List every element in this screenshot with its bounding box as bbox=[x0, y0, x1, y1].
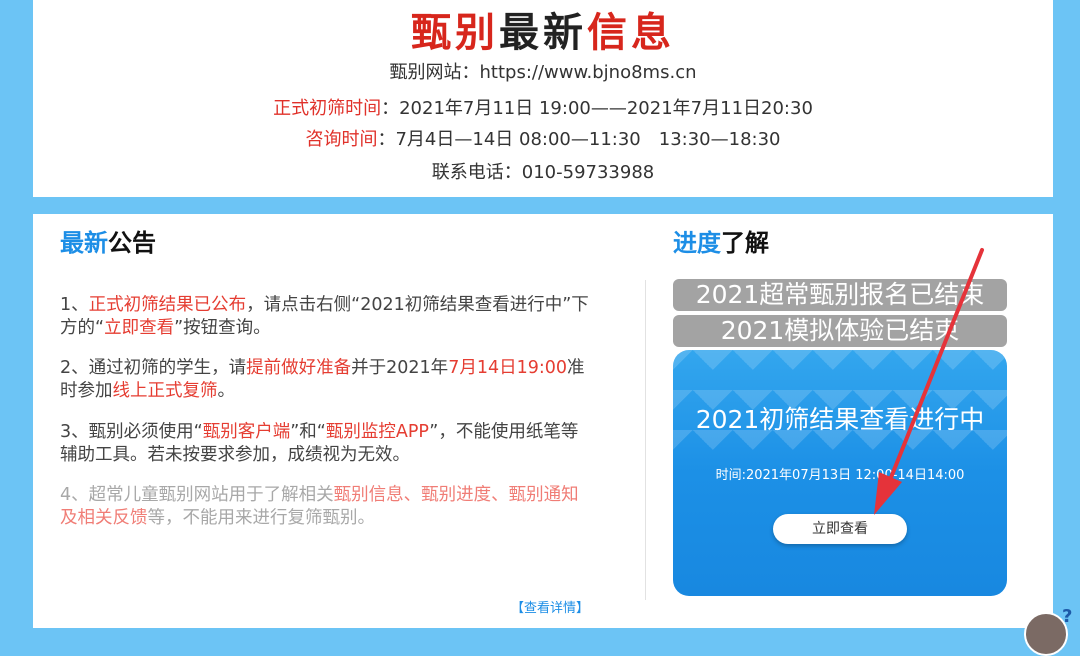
notice-highlight: 甄别监控APP bbox=[325, 422, 430, 442]
screening-time-value: ：2021年7月11日 19:00——2021年7月11日20:30 bbox=[381, 98, 813, 119]
result-status-card: 2021初筛结果查看进行中 时间:2021年07月13日 12:00-14日14… bbox=[673, 350, 1007, 596]
notice-highlight: 提前做好准备 bbox=[246, 358, 352, 378]
status-bar-registration-ended[interactable]: 2021超常甄别报名已结束 bbox=[673, 279, 1007, 311]
phone-line: 联系电话：010-59733988 bbox=[431, 162, 655, 183]
page-title: 甄别最新信息 bbox=[33, 8, 1053, 58]
announcements-heading-dark: 公告 bbox=[108, 229, 156, 257]
notice-text: ”按钮查询。 bbox=[174, 318, 271, 338]
title-part-2: 最新 bbox=[499, 10, 587, 56]
notice-item-3: 3、甄别必须使用“甄别客户端”和“甄别监控APP”，不能使用纸笔等辅助工具。若未… bbox=[60, 421, 595, 467]
notice-text: 等，不能用来进行复筛甄别。 bbox=[147, 508, 376, 528]
notice-highlight: 正式初筛结果已公布 bbox=[88, 295, 247, 315]
column-divider bbox=[645, 280, 646, 600]
notice-highlight: 甄别客户端 bbox=[202, 422, 291, 442]
notice-item-1: 1、正式初筛结果已公布，请点击右侧“2021初筛结果查看进行中”下方的“立即查看… bbox=[60, 294, 595, 340]
website-url[interactable]: https://www.bjno8ms.cn bbox=[480, 62, 697, 83]
card-title: 2021初筛结果查看进行中 bbox=[695, 405, 985, 434]
notice-text: 。 bbox=[217, 381, 236, 401]
consult-time-value: ：7月4日—14日 08:00—11:30 13:30—18:30 bbox=[377, 129, 781, 150]
notice-text: ”和“ bbox=[290, 422, 326, 442]
notice-item-2: 2、通过初筛的学生，请提前做好准备并于2021年7月14日19:00准时参加线上… bbox=[60, 357, 595, 403]
progress-heading-blue: 进度 bbox=[673, 229, 721, 257]
progress-heading-dark: 了解 bbox=[721, 229, 769, 257]
screening-time-line: 正式初筛时间：2021年7月11日 19:00——2021年7月11日20:30 bbox=[33, 97, 1053, 121]
notice-text: 2、通过初筛的学生，请 bbox=[60, 358, 247, 378]
help-question-icon[interactable]: ? bbox=[1062, 606, 1080, 628]
notice-highlight: 线上正式复筛 bbox=[112, 381, 218, 401]
progress-heading: 进度了解 bbox=[673, 228, 769, 258]
website-label: 甄别网站： bbox=[389, 62, 480, 83]
notice-highlight: 7月14日19:00 bbox=[448, 358, 568, 378]
website-line: 甄别网站：https://www.bjno8ms.cn bbox=[33, 61, 1053, 85]
status-bar-mock-ended[interactable]: 2021模拟体验已结束 bbox=[673, 315, 1007, 347]
info-header-panel: 甄别最新信息 甄别网站：https://www.bjno8ms.cn 正式初筛时… bbox=[33, 0, 1053, 197]
title-part-3: 信息 bbox=[587, 10, 675, 56]
view-now-button[interactable]: 立即查看 bbox=[773, 514, 907, 544]
announcements-heading-blue: 最新 bbox=[60, 229, 108, 257]
consult-time-line: 咨询时间：7月4日—14日 08:00—11:30 13:30—18:30 bbox=[33, 128, 1053, 152]
screening-time-label: 正式初筛时间 bbox=[273, 98, 382, 119]
notice-text: 3、甄别必须使用“ bbox=[60, 422, 203, 442]
main-content-panel: 最新公告 1、正式初筛结果已公布，请点击右侧“2021初筛结果查看进行中”下方的… bbox=[33, 214, 1053, 628]
notice-highlight: 立即查看 bbox=[104, 318, 175, 338]
notice-text: 并于2021年 bbox=[351, 358, 449, 378]
consult-time-label: 咨询时间 bbox=[305, 129, 378, 150]
notice-item-4: 4、超常儿童甄别网站用于了解相关甄别信息、甄别进度、甄别通知及相关反馈等，不能用… bbox=[60, 484, 595, 530]
title-part-1: 甄别 bbox=[411, 10, 499, 56]
notice-text: 4、超常儿童甄别网站用于了解相关 bbox=[60, 485, 334, 505]
view-details-link[interactable]: 【查看详情】 bbox=[511, 597, 589, 616]
card-time: 时间:2021年07月13日 12:00-14日14:00 bbox=[715, 468, 965, 483]
announcements-heading: 最新公告 bbox=[60, 228, 156, 258]
notice-text: 1、 bbox=[60, 295, 89, 315]
